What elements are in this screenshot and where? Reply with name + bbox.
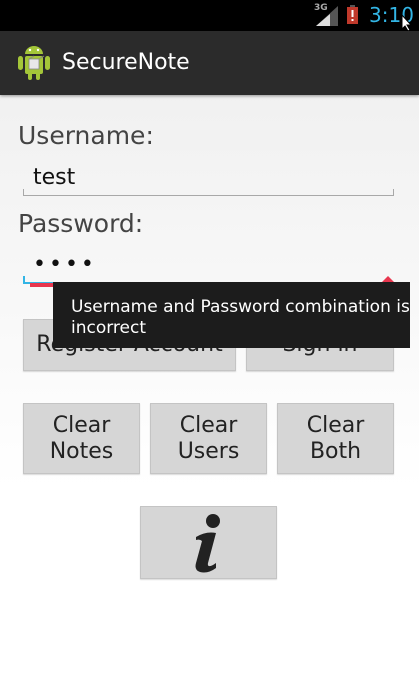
clear-notes-button[interactable]: Clear Notes	[23, 403, 140, 474]
error-toast: Username and Password combination is inc…	[53, 282, 410, 348]
app-title: SecureNote	[62, 50, 190, 75]
battery-alert-icon	[347, 5, 358, 24]
clear-notes-label-1: Clear	[52, 412, 111, 438]
action-bar: SecureNote	[0, 31, 419, 95]
username-value: test	[33, 165, 76, 190]
error-message: Username and Password combination is inc…	[71, 297, 410, 338]
info-button[interactable]	[140, 506, 277, 579]
password-field[interactable]: ••••	[23, 252, 94, 284]
clear-users-button[interactable]: Clear Users	[150, 403, 267, 474]
field-edge	[393, 189, 394, 195]
android-icon	[18, 46, 50, 80]
field-edge	[23, 189, 24, 195]
clear-users-label-1: Clear	[179, 412, 238, 438]
mouse-cursor-icon	[401, 14, 413, 32]
username-field[interactable]: test	[23, 165, 394, 196]
field-edge	[23, 276, 25, 284]
clear-notes-label-2: Notes	[49, 438, 114, 464]
clear-both-label-2: Both	[309, 438, 362, 464]
status-bar: 3G 3:10	[0, 0, 419, 32]
clear-both-button[interactable]: Clear Both	[277, 403, 394, 474]
info-icon	[195, 513, 220, 572]
clear-both-label-1: Clear	[306, 412, 365, 438]
clear-users-label-2: Users	[177, 438, 240, 464]
password-value: ••••	[33, 252, 97, 277]
username-label: Username:	[18, 121, 154, 150]
password-label: Password:	[18, 209, 144, 238]
signal-icon	[316, 6, 338, 26]
